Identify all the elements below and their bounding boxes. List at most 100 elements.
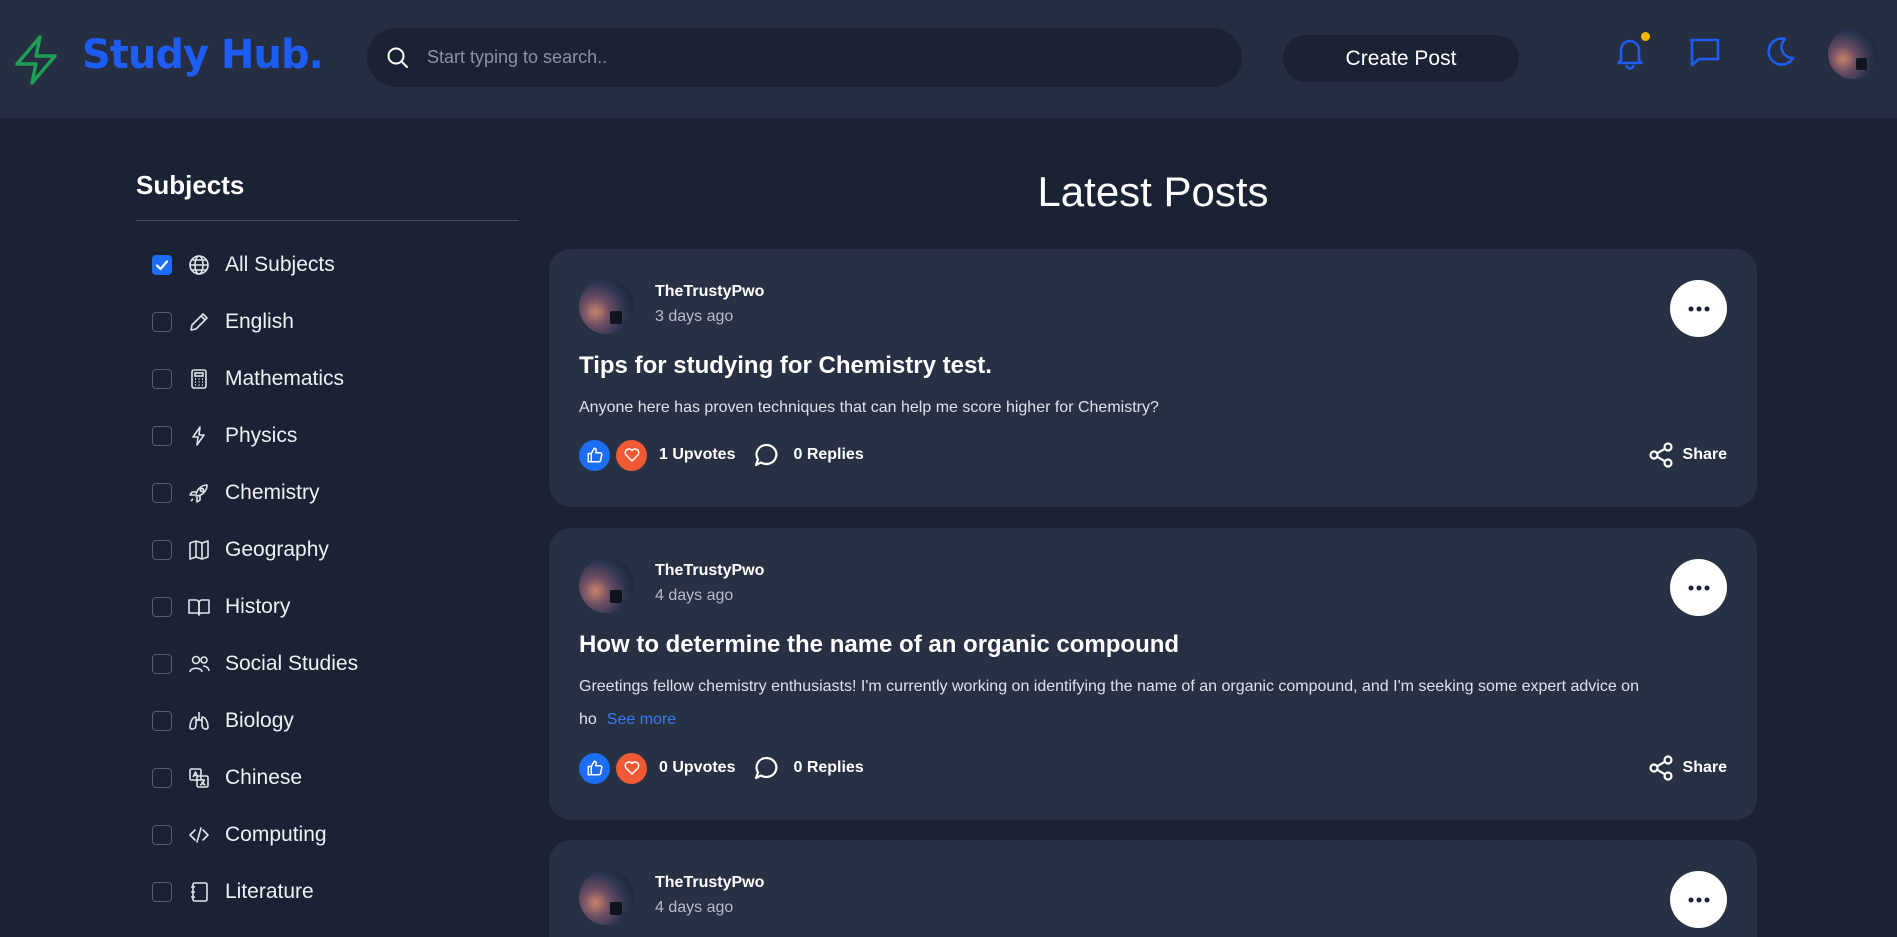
subject-checkbox[interactable] bbox=[152, 255, 172, 275]
heart-icon bbox=[624, 448, 639, 462]
subject-checkbox[interactable] bbox=[152, 768, 172, 788]
post-timestamp: 4 days ago bbox=[655, 899, 734, 916]
subject-label: Literature bbox=[225, 880, 314, 903]
subject-checkbox[interactable] bbox=[152, 654, 172, 674]
post-author[interactable]: TheTrustyPwo bbox=[655, 562, 764, 580]
map-icon bbox=[189, 540, 209, 560]
subject-checkbox[interactable] bbox=[152, 483, 172, 503]
subject-label: Geography bbox=[225, 538, 329, 561]
sidebar-divider bbox=[136, 220, 519, 221]
share-button[interactable]: Share bbox=[1647, 752, 1727, 784]
subject-label: Chinese bbox=[225, 766, 303, 789]
page-title: Latest Posts bbox=[1037, 168, 1269, 215]
book-icon bbox=[188, 599, 210, 616]
post-card[interactable]: TheTrustyPwo 4 days ago How to determine… bbox=[549, 528, 1757, 820]
like-reaction[interactable] bbox=[579, 752, 610, 784]
ellipsis-icon bbox=[1688, 585, 1709, 590]
subject-label: All Subjects bbox=[225, 253, 335, 276]
subject-checkbox[interactable] bbox=[152, 426, 172, 446]
search-bar[interactable] bbox=[367, 28, 1242, 87]
reply-count[interactable]: 0 Replies bbox=[793, 446, 863, 464]
author-avatar[interactable] bbox=[579, 870, 634, 925]
notification-dot bbox=[1641, 32, 1650, 41]
subject-item-english[interactable]: English bbox=[152, 307, 512, 337]
post-card[interactable]: TheTrustyPwo 3 days ago Tips for studyin… bbox=[549, 249, 1757, 507]
like-reaction[interactable] bbox=[579, 439, 610, 471]
upvote-count: 1 Upvotes bbox=[659, 446, 736, 463]
subject-label: Computing bbox=[225, 823, 327, 846]
post-timestamp: 3 days ago bbox=[655, 308, 734, 325]
share-button[interactable]: Share bbox=[1647, 439, 1727, 471]
subject-item-literature[interactable]: Literature bbox=[152, 877, 512, 907]
moon-icon[interactable] bbox=[1762, 34, 1798, 70]
subject-item-all-subjects[interactable]: All Subjects bbox=[152, 250, 512, 280]
subject-checkbox[interactable] bbox=[152, 369, 172, 389]
pencil-icon bbox=[190, 313, 208, 331]
share-icon bbox=[1648, 755, 1673, 781]
lungs-icon bbox=[189, 712, 209, 730]
bolt-logo-icon[interactable] bbox=[12, 34, 60, 86]
author-avatar[interactable] bbox=[579, 558, 634, 613]
subject-checkbox[interactable] bbox=[152, 540, 172, 560]
post-title[interactable]: Tips for studying for Chemistry test. bbox=[579, 352, 992, 380]
author-avatar[interactable] bbox=[579, 279, 634, 334]
comment-icon[interactable] bbox=[753, 441, 781, 469]
thumbs-up-icon bbox=[587, 760, 603, 776]
post-card[interactable]: TheTrustyPwo 4 days ago bbox=[549, 840, 1757, 937]
subject-item-mathematics[interactable]: Mathematics bbox=[152, 364, 512, 394]
post-timestamp: 4 days ago bbox=[655, 587, 734, 604]
subject-checkbox[interactable] bbox=[152, 825, 172, 845]
ellipsis-icon bbox=[1688, 897, 1709, 902]
users-icon bbox=[189, 655, 210, 673]
chat-icon[interactable] bbox=[1687, 34, 1723, 70]
subject-label: Chemistry bbox=[225, 481, 320, 504]
subject-label: English bbox=[225, 310, 294, 333]
subject-checkbox[interactable] bbox=[152, 312, 172, 332]
checkmark-icon bbox=[155, 260, 169, 271]
subject-item-biology[interactable]: Biology bbox=[152, 706, 512, 736]
post-title[interactable]: How to determine the name of an organic … bbox=[579, 631, 1179, 659]
subject-item-chemistry[interactable]: Chemistry bbox=[152, 478, 512, 508]
share-label: Share bbox=[1682, 759, 1727, 776]
subject-checkbox[interactable] bbox=[152, 597, 172, 617]
reply-count[interactable]: 0 Replies bbox=[793, 759, 863, 777]
calculator-icon bbox=[191, 369, 207, 389]
post-author[interactable]: TheTrustyPwo bbox=[655, 283, 764, 301]
code-icon bbox=[189, 827, 209, 843]
more-options-button[interactable] bbox=[1670, 559, 1727, 616]
subject-checkbox[interactable] bbox=[152, 711, 172, 731]
see-more-link[interactable]: See more bbox=[607, 711, 676, 728]
notebook-icon bbox=[191, 882, 208, 902]
comment-icon[interactable] bbox=[753, 754, 781, 782]
rocket-icon bbox=[189, 484, 208, 503]
more-options-button[interactable] bbox=[1670, 871, 1727, 928]
love-reaction[interactable] bbox=[616, 752, 647, 784]
post-body: Greetings fellow chemistry enthusiasts! … bbox=[579, 670, 1699, 736]
more-options-button[interactable] bbox=[1670, 280, 1727, 337]
post-actions: 0 Upvotes 0 Replies bbox=[579, 752, 864, 784]
subject-item-chinese[interactable]: Chinese bbox=[152, 763, 512, 793]
subject-item-history[interactable]: History bbox=[152, 592, 512, 622]
sidebar-title: Subjects bbox=[136, 170, 245, 200]
post-body: Anyone here has proven techniques that c… bbox=[579, 399, 1159, 416]
subject-label: Biology bbox=[225, 709, 294, 732]
subject-checkbox[interactable] bbox=[152, 882, 172, 902]
post-body-text: Greetings fellow chemistry enthusiasts! … bbox=[579, 678, 1639, 728]
app-logo-text[interactable]: Study Hub. bbox=[82, 32, 324, 78]
subject-item-computing[interactable]: Computing bbox=[152, 820, 512, 850]
ellipsis-icon bbox=[1688, 306, 1709, 311]
subject-label: History bbox=[225, 595, 291, 618]
heart-icon bbox=[624, 761, 639, 775]
post-actions: 1 Upvotes 0 Replies bbox=[579, 439, 864, 471]
create-post-button[interactable]: Create Post bbox=[1283, 35, 1519, 82]
translate-icon bbox=[189, 768, 209, 788]
top-navbar: Study Hub. Create Post bbox=[0, 0, 1897, 118]
subject-label: Physics bbox=[225, 424, 298, 447]
user-avatar[interactable] bbox=[1828, 29, 1878, 79]
subject-item-geography[interactable]: Geography bbox=[152, 535, 512, 565]
subject-item-social-studies[interactable]: Social Studies bbox=[152, 649, 512, 679]
search-input[interactable] bbox=[427, 28, 1207, 87]
subject-item-physics[interactable]: Physics bbox=[152, 421, 512, 451]
love-reaction[interactable] bbox=[616, 439, 647, 471]
post-author[interactable]: TheTrustyPwo bbox=[655, 874, 764, 892]
